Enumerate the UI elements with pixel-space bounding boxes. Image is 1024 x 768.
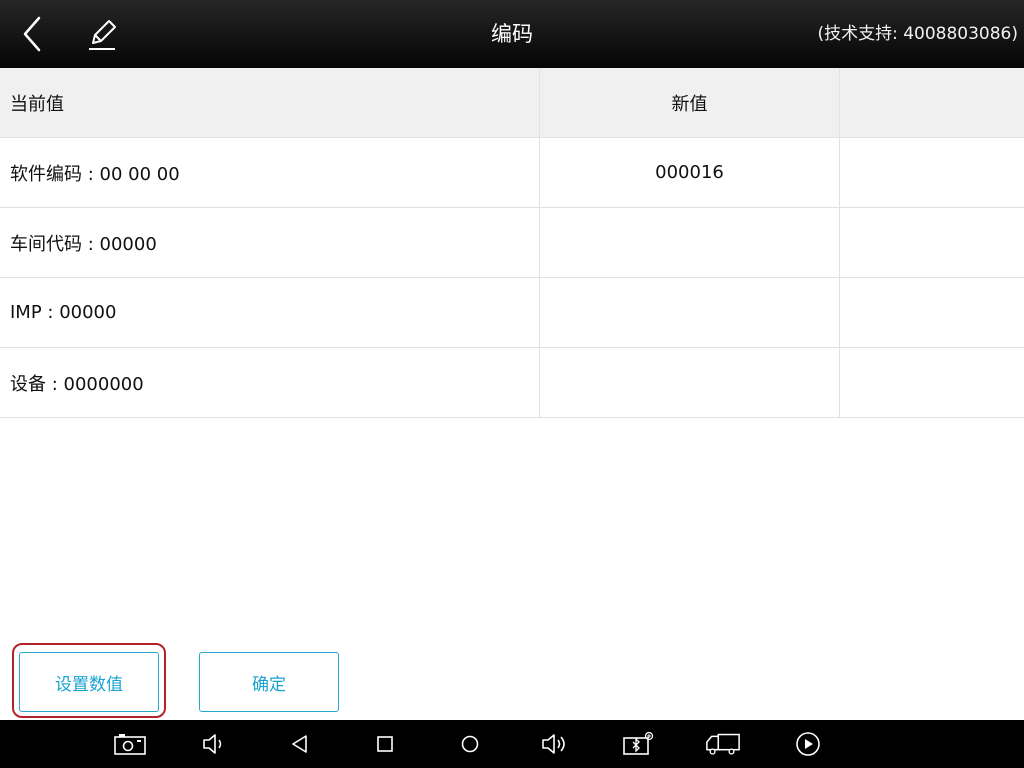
column-header-extra bbox=[840, 68, 1024, 137]
truck-mode-button[interactable] bbox=[705, 726, 741, 762]
extra-cell bbox=[840, 348, 1024, 417]
extra-cell bbox=[840, 278, 1024, 347]
back-icon bbox=[292, 735, 307, 753]
table-row[interactable]: IMP : 00000 bbox=[0, 278, 1024, 348]
volume-down-icon bbox=[203, 734, 222, 754]
top-bar: 编码 (技术支持: 4008803086) bbox=[0, 0, 1024, 68]
support-hotline: (技术支持: 4008803086) bbox=[817, 24, 1018, 44]
set-value-button[interactable]: 设置数值 bbox=[19, 652, 159, 712]
new-value-cell[interactable] bbox=[540, 278, 840, 347]
back-arrow-icon bbox=[23, 16, 41, 52]
current-value-cell: 软件编码 : 00 00 00 bbox=[0, 138, 540, 207]
extra-cell bbox=[840, 208, 1024, 277]
table-row[interactable]: 设备 : 0000000 bbox=[0, 348, 1024, 418]
play-icon bbox=[796, 732, 820, 756]
edit-button[interactable] bbox=[80, 12, 124, 56]
system-nav-bar bbox=[0, 720, 1024, 768]
current-value-cell: 设备 : 0000000 bbox=[0, 348, 540, 417]
new-value-cell[interactable] bbox=[540, 348, 840, 417]
back-button[interactable] bbox=[10, 12, 54, 56]
current-value-cell: 车间代码 : 00000 bbox=[0, 208, 540, 277]
play-button[interactable] bbox=[790, 726, 826, 762]
screenshot-icon bbox=[114, 734, 146, 755]
confirm-button[interactable]: 确定 bbox=[199, 652, 339, 712]
home-icon bbox=[461, 735, 479, 753]
column-header-new: 新值 bbox=[540, 68, 840, 137]
current-value-cell: IMP : 00000 bbox=[0, 278, 540, 347]
coding-table: 当前值 新值 软件编码 : 00 00 00 000016 车间代码 : 000… bbox=[0, 68, 1024, 418]
nav-back-button[interactable] bbox=[282, 726, 318, 762]
recents-icon bbox=[377, 736, 393, 752]
nav-recents-button[interactable] bbox=[367, 726, 403, 762]
truck-icon bbox=[706, 733, 740, 755]
extra-cell bbox=[840, 138, 1024, 207]
screenshot-button[interactable] bbox=[112, 726, 148, 762]
nav-home-button[interactable] bbox=[452, 726, 488, 762]
volume-up-icon bbox=[542, 734, 565, 754]
pencil-icon bbox=[89, 20, 116, 50]
table-row[interactable]: 车间代码 : 00000 bbox=[0, 208, 1024, 278]
table-header: 当前值 新值 bbox=[0, 68, 1024, 138]
new-value-cell[interactable] bbox=[540, 208, 840, 277]
vci-button[interactable] bbox=[620, 726, 656, 762]
vci-bluetooth-icon bbox=[623, 731, 654, 755]
volume-down-button[interactable] bbox=[197, 726, 233, 762]
new-value-cell[interactable]: 000016 bbox=[540, 138, 840, 207]
column-header-current: 当前值 bbox=[0, 68, 540, 137]
volume-up-button[interactable] bbox=[537, 726, 573, 762]
table-row[interactable]: 软件编码 : 00 00 00 000016 bbox=[0, 138, 1024, 208]
